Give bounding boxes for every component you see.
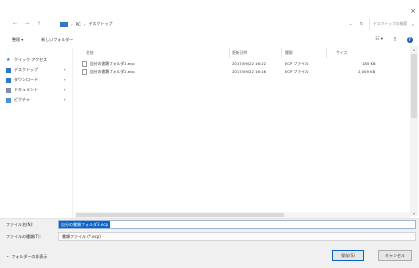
cancel-button[interactable]: キャンセル [378, 250, 412, 261]
table-row[interactable]: 自分の書類フォルダ1.ecp 2017/09/22 16:22 ECP ファイル… [82, 60, 407, 67]
column-header-type[interactable]: 種類 [285, 50, 293, 56]
column-divider[interactable] [229, 48, 230, 58]
address-tools: ⌄ ↻ [345, 18, 367, 30]
file-size: 2,009 KB [358, 69, 376, 74]
sidebar-item-label: ピクチャ [14, 97, 30, 102]
filetype-label: ファイルの種類(T): [6, 234, 41, 239]
pc-icon [60, 21, 68, 27]
file-list: 名前 更新日時 種類 サイズ 自分の書類フォルダ1.ecp 2017/09/22… [74, 46, 410, 216]
filename-label: ファイル名(N): [6, 222, 34, 227]
sidebar-item[interactable]: ピクチャ ✦ [6, 96, 68, 104]
file-name: 自分の書類フォルダ1.ecp [90, 60, 135, 66]
search-placeholder: デスクトップの検索 [373, 21, 408, 26]
column-header-name[interactable]: 名前 [86, 50, 94, 56]
file-type: ECP ファイル [285, 68, 309, 74]
chevron-up-icon: ⌃ [6, 254, 10, 260]
back-arrow-icon[interactable]: ← [12, 21, 18, 27]
pin-icon: ✦ [63, 78, 66, 82]
sidebar-item-label: ダウンロード [14, 77, 38, 82]
column-header-date[interactable]: 更新日時 [232, 50, 247, 56]
file-icon [82, 68, 87, 75]
file-name: 自分の書類フォルダ2.ecp [90, 68, 135, 74]
command-bar: 整理 ▾ 新しいフォルダー [0, 33, 419, 46]
forward-arrow-icon[interactable]: → [24, 21, 30, 27]
sidebar-item[interactable]: ダウンロード ✦ [6, 76, 68, 84]
preview-pane-icon[interactable]: ▯ [394, 37, 396, 42]
chevron-down-icon[interactable]: ⌄ [349, 22, 353, 27]
horizontal-scroll-thumb[interactable] [76, 213, 284, 217]
filetype-select[interactable]: 書類ファイル (*.ecp) [58, 232, 416, 241]
hide-folders-label: フォルダーの非表示 [11, 254, 48, 259]
star-icon: ★ [6, 56, 11, 63]
breadcrumb-pc[interactable]: PC [76, 22, 81, 27]
view-options-icon[interactable]: ☷ ▾ [375, 37, 383, 42]
sidebar-item-label: クイック アクセス [14, 57, 48, 62]
desktop-icon [6, 67, 11, 73]
new-folder-button[interactable]: 新しいフォルダー [41, 37, 73, 43]
table-row[interactable]: 自分の書類フォルダ2.ecp 2017/09/22 16:16 ECP ファイル… [82, 68, 407, 75]
column-divider[interactable] [281, 48, 282, 58]
file-icon [82, 60, 87, 67]
organize-button[interactable]: 整理 ▾ [12, 37, 23, 43]
filename-value[interactable]: 自分の書類フォルダ3.ecp [59, 221, 111, 228]
scroll-up-icon[interactable]: ▴ [410, 46, 418, 52]
save-button[interactable]: 保存(S) [332, 250, 364, 261]
breadcrumb-separator: › [71, 21, 73, 27]
search-icon: ⌕ [411, 21, 414, 27]
picture-icon [6, 97, 11, 103]
sidebar-item-label: デスクトップ [14, 67, 38, 72]
column-header-size[interactable]: サイズ [336, 50, 347, 56]
hide-folders-toggle[interactable]: ⌃ フォルダーの非表示 [6, 254, 47, 260]
sidebar-item[interactable]: ★ クイック アクセス [6, 56, 68, 64]
vertical-scroll-thumb[interactable] [411, 54, 417, 118]
pin-icon: ✦ [63, 68, 66, 72]
document-icon [6, 87, 11, 93]
filename-input[interactable] [58, 220, 416, 229]
file-type: ECP ファイル [285, 60, 309, 66]
sidebar-item[interactable]: ドキュメント ✦ [6, 86, 68, 94]
breadcrumb-separator: › [83, 21, 86, 27]
close-icon[interactable]: × [409, 7, 417, 15]
pin-icon: ✦ [63, 88, 66, 92]
pin-icon: ✦ [63, 98, 66, 102]
file-date: 2017/09/22 16:16 [232, 69, 267, 74]
up-arrow-icon[interactable]: ↑ [36, 21, 42, 27]
sidebar-item[interactable]: デスクトップ ✦ [6, 66, 68, 74]
view-tools: ☷ ▾ ▯ ? [370, 35, 418, 44]
column-divider[interactable] [326, 48, 327, 58]
help-icon[interactable]: ? [406, 36, 413, 43]
download-icon [6, 77, 11, 83]
address-bar[interactable]: › PC › デスクトップ [60, 18, 345, 30]
breadcrumb-desktop[interactable]: デスクトップ [88, 21, 112, 27]
file-date: 2017/09/22 16:22 [232, 61, 267, 66]
sidebar-item-label: ドキュメント [14, 87, 38, 92]
refresh-icon[interactable]: ↻ [360, 22, 364, 27]
scroll-down-icon[interactable]: ▾ [410, 210, 418, 216]
search-input[interactable]: デスクトップの検索 ⌕ [369, 18, 417, 30]
file-size: 185 KB [362, 61, 376, 66]
